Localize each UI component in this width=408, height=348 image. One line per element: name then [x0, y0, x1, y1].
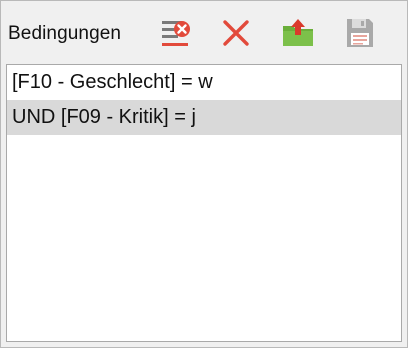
folder-upload-icon	[281, 17, 315, 49]
toolbar: Bedingungen	[1, 1, 407, 65]
condition-row-selected[interactable]: UND [F09 - Kritik] = j	[7, 100, 401, 135]
close-x-icon	[221, 18, 251, 48]
panel-title: Bedingungen	[8, 23, 122, 44]
list-remove-icon	[160, 17, 192, 49]
conditions-panel: Bedingungen [F10 - Geschlecht] = w UND […	[0, 0, 408, 348]
conditions-list[interactable]: [F10 - Geschlecht] = w UND [F09 - Kritik…	[6, 64, 402, 342]
floppy-save-icon	[345, 17, 375, 49]
remove-condition-button[interactable]	[157, 13, 195, 53]
delete-button[interactable]	[217, 13, 255, 53]
save-button[interactable]	[341, 13, 379, 53]
export-button[interactable]	[279, 13, 317, 53]
condition-row[interactable]: [F10 - Geschlecht] = w	[7, 65, 401, 100]
